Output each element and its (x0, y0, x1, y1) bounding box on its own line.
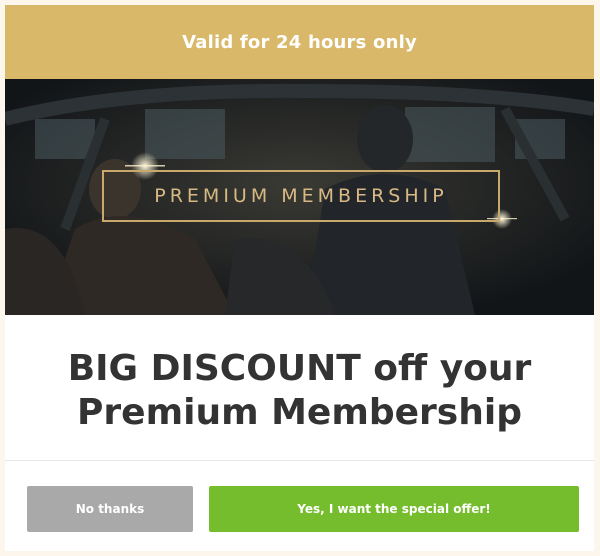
divider (5, 460, 594, 461)
headline-line-2: Premium Membership (77, 392, 522, 433)
accept-offer-button[interactable]: Yes, I want the special offer! (209, 486, 579, 532)
hero-image: PREMIUM MEMBERSHIP (5, 79, 594, 315)
headline-line-1: BIG DISCOUNT off your (67, 348, 532, 389)
validity-text: Valid for 24 hours only (182, 31, 417, 53)
premium-frame-text: PREMIUM MEMBERSHIP (154, 185, 448, 207)
no-thanks-button[interactable]: No thanks (27, 486, 193, 532)
validity-banner: Valid for 24 hours only (5, 5, 594, 79)
premium-frame: PREMIUM MEMBERSHIP (102, 170, 500, 222)
offer-modal: Valid for 24 hours only PREMIUM MEMBERSH… (5, 5, 594, 551)
headline: BIG DISCOUNT off your Premium Membership (5, 347, 594, 435)
